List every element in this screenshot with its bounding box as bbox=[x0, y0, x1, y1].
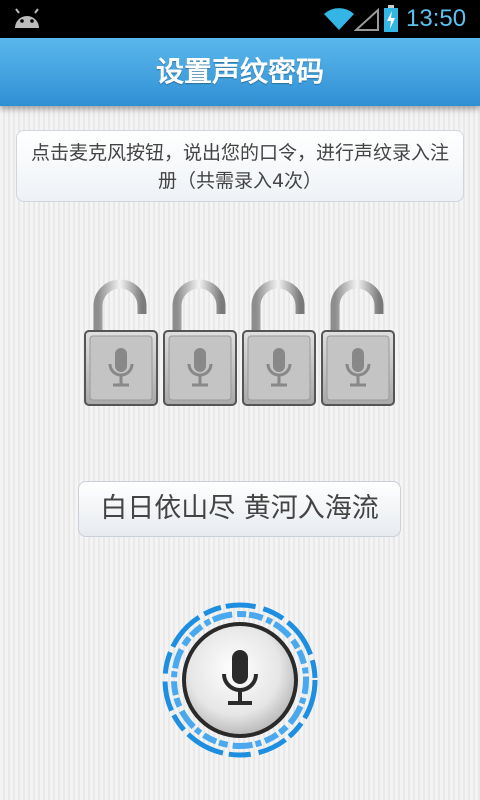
instruction-text: 点击麦克风按钮，说出您的口令，进行声纹录入注册（共需录入4次） bbox=[16, 130, 464, 202]
wifi-icon bbox=[324, 8, 354, 30]
page-title: 设置声纹密码 bbox=[0, 38, 480, 106]
battery-charging-icon bbox=[384, 5, 398, 32]
android-icon bbox=[15, 8, 39, 28]
status-bar: 13:50 bbox=[0, 0, 480, 38]
unlocked-padlock-icon bbox=[163, 279, 237, 406]
lock-progress-row bbox=[84, 276, 404, 408]
passphrase-text: 白日依山尽 黄河入海流 bbox=[78, 481, 401, 537]
voice-lock-3 bbox=[242, 276, 316, 408]
signal-icon bbox=[354, 8, 379, 31]
unlocked-padlock-icon bbox=[321, 279, 395, 406]
status-clock: 13:50 bbox=[406, 5, 467, 32]
voice-lock-4 bbox=[321, 276, 395, 408]
voice-lock-1 bbox=[84, 276, 158, 408]
unlocked-padlock-icon bbox=[84, 279, 158, 406]
footer-watermark bbox=[130, 764, 360, 788]
record-voice-button[interactable] bbox=[162, 602, 318, 758]
voice-lock-2 bbox=[163, 276, 237, 408]
unlocked-padlock-icon bbox=[242, 279, 316, 406]
